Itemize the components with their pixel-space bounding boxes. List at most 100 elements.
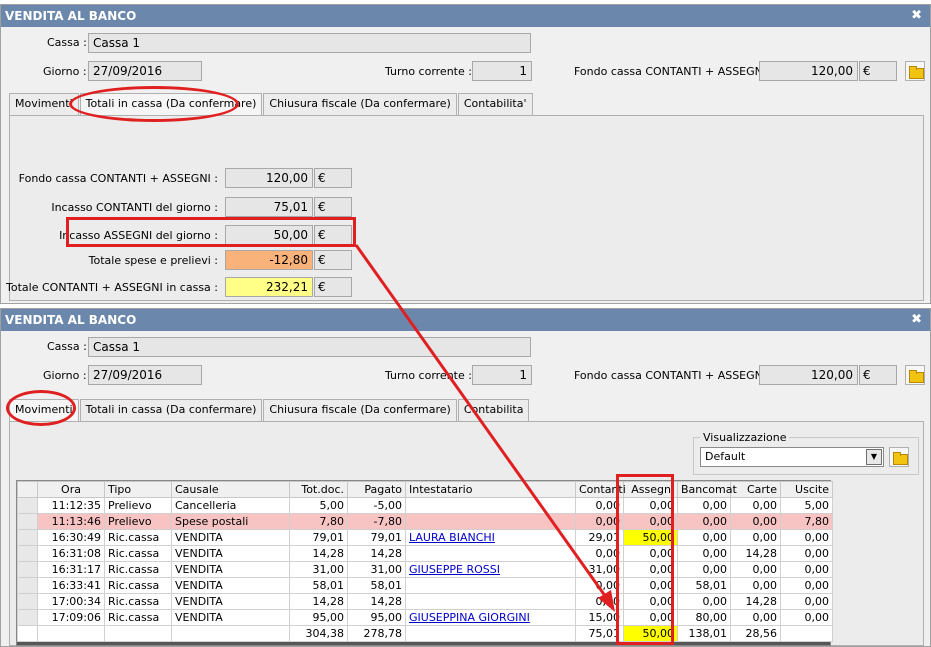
spese-value: -12,80 [225,250,313,270]
tab-totali-in-cassa[interactable]: Totali in cassa (Da confermare) [79,93,263,115]
column-header-10[interactable]: Uscite [780,481,833,498]
grid-cell: 14,28 [347,593,406,610]
column-header-7[interactable]: Assegni [623,481,678,498]
grid-cell: 0,00 [575,545,624,562]
row-selector[interactable] [17,529,38,546]
intestatario-link[interactable]: GIUSEPPINA GIORGINI [409,611,530,624]
intestatario-link[interactable]: LAURA BIANCHI [409,531,495,544]
fondo-field-2[interactable]: 120,00 [759,365,858,385]
column-header-6[interactable]: Contanti [575,481,626,498]
column-header-9[interactable]: Carte [730,481,781,498]
total-cell [405,625,576,642]
grid-cell: 16:31:17 [37,561,105,578]
giorno-label-2: Giorno : [43,369,87,382]
grid-cell: Ric.cassa [104,561,172,578]
giorno-field-2[interactable]: 27/09/2016 [88,365,202,385]
grid-cell: 0,00 [677,497,731,514]
total-cell [104,625,172,642]
turno-field[interactable]: 1 [472,61,532,81]
grid-cell: 29,01 [575,529,624,546]
grid-cell: 0,00 [730,513,781,530]
grid-cell: 79,01 [289,529,348,546]
visualizzazione-select[interactable]: Default ▼ [700,447,884,467]
row-selector[interactable] [17,513,38,530]
grid-cell: Ric.cassa [104,609,172,626]
row-selector[interactable] [17,545,38,562]
folder-icon-3[interactable] [889,447,909,467]
row-selector[interactable] [17,609,38,626]
grid-cell [405,513,576,530]
column-header-1[interactable]: Tipo [104,481,172,498]
table-row[interactable]: 16:30:49 Ric.cassa VENDITA 79,01 79,01 LAURA … [17,529,833,546]
grid-cell: 14,28 [730,593,781,610]
row-selector[interactable] [17,593,38,610]
table-row[interactable]: 16:31:08 Ric.cassa VENDITA 14,28 14,28 0,00 0,… [17,545,833,562]
table-row[interactable]: 16:31:17 Ric.cassa VENDITA 31,00 31,00 GIUSEP… [17,561,833,578]
turno-label-2: Turno corrente : [385,369,472,382]
total-cell: 138,01 [677,625,731,642]
fondo-field[interactable]: 120,00 [759,61,858,81]
tab-contabilita[interactable]: Contabilita' [457,93,533,115]
grid-cell: 95,00 [347,609,406,626]
grid-cell[interactable]: GIUSEPPINA GIORGINI [405,609,576,626]
row-selector[interactable] [17,561,38,578]
table-row[interactable]: 11:13:46 Prelievo Spese postali 7,80 -7,80 0,… [17,513,833,530]
folder-icon[interactable] [905,61,925,81]
tab-chiusura-fiscale[interactable]: Chiusura fiscale (Da confermare) [263,93,457,115]
grid-cell[interactable]: GIUSEPPE ROSSI [405,561,576,578]
row-selector[interactable] [17,577,38,594]
column-header-4[interactable]: Pagato [347,481,406,498]
grid-cell: 0,00 [677,593,731,610]
table-row[interactable]: 17:00:34 Ric.cassa VENDITA 14,28 14,28 0,00 0,… [17,593,833,610]
giorno-field[interactable]: 27/09/2016 [88,61,202,81]
grid-cell: 5,00 [289,497,348,514]
top-window: VENDITA AL BANCO ✖ Cassa : Cassa 1 Giorn… [0,4,931,304]
table-row[interactable]: 16:33:41 Ric.cassa VENDITA 58,01 58,01 0,00 0,… [17,577,833,594]
cassa-field-2[interactable]: Cassa 1 [88,337,531,357]
grid-cell: 14,28 [289,593,348,610]
total-cell [780,625,833,642]
close-icon[interactable]: ✖ [911,5,922,27]
grid-cell: 0,00 [575,577,624,594]
folder-icon-2[interactable] [905,365,925,385]
tab-totali-in-cassa-2[interactable]: Totali in cassa (Da confermare) [79,399,263,421]
column-header-5[interactable]: Intestatario [405,481,576,498]
grid-cell [405,497,576,514]
turno-field-2[interactable]: 1 [472,365,532,385]
grid-cell: 0,00 [780,561,833,578]
grid-cell: 79,01 [347,529,406,546]
tab-contabilita-2[interactable]: Contabilita [457,399,530,421]
column-header-2[interactable]: Causale [171,481,290,498]
table-row[interactable]: 17:09:06 Ric.cassa VENDITA 95,00 95,00 GIUSEP… [17,609,833,626]
tab-movimenti-2[interactable]: Movimenti [9,399,79,421]
chevron-down-icon[interactable]: ▼ [866,449,882,465]
grid-header-row: Ora Tipo Causale Tot.doc. Pagato Intestatario… [17,481,833,498]
movimenti-table: Ora Tipo Causale Tot.doc. Pagato Intestatario… [17,481,833,642]
grid-cell[interactable]: LAURA BIANCHI [405,529,576,546]
spese-label: Totale spese e prelievi : [88,254,218,267]
grid-cell: 0,00 [780,545,833,562]
cassa-field[interactable]: Cassa 1 [88,33,531,53]
total-cell: 50,00 [623,625,678,642]
grid-cell: 11:13:46 [37,513,105,530]
grid-cell: 16:30:49 [37,529,105,546]
column-header-3[interactable]: Tot.doc. [289,481,348,498]
tab-chiusura-fiscale-2[interactable]: Chiusura fiscale (Da confermare) [263,399,457,421]
incasso-assegni-value: 50,00 [225,225,313,245]
close-icon-2[interactable]: ✖ [911,309,922,331]
incasso-contanti-label: Incasso CONTANTI del giorno : [51,201,218,214]
grid-cell: 0,00 [780,609,833,626]
grid-cell: 17:09:06 [37,609,105,626]
row-selector[interactable] [17,497,38,514]
tab-movimenti[interactable]: Movimenti [9,93,79,115]
table-row[interactable]: 11:12:35 Prelievo Cancelleria 5,00 -5,00 0,00… [17,497,833,514]
column-header-8[interactable]: Bancomat [677,481,737,498]
grid-cell: 14,28 [730,545,781,562]
intestatario-link[interactable]: GIUSEPPE ROSSI [409,563,500,576]
grid-cell: 16:33:41 [37,577,105,594]
row-header-corner [17,481,38,498]
fondo-label: Fondo cassa CONTANTI + ASSEGNI : [574,65,774,78]
grid-cell: 0,00 [780,529,833,546]
grid-cell: 58,01 [289,577,348,594]
column-header-0[interactable]: Ora [37,481,105,498]
